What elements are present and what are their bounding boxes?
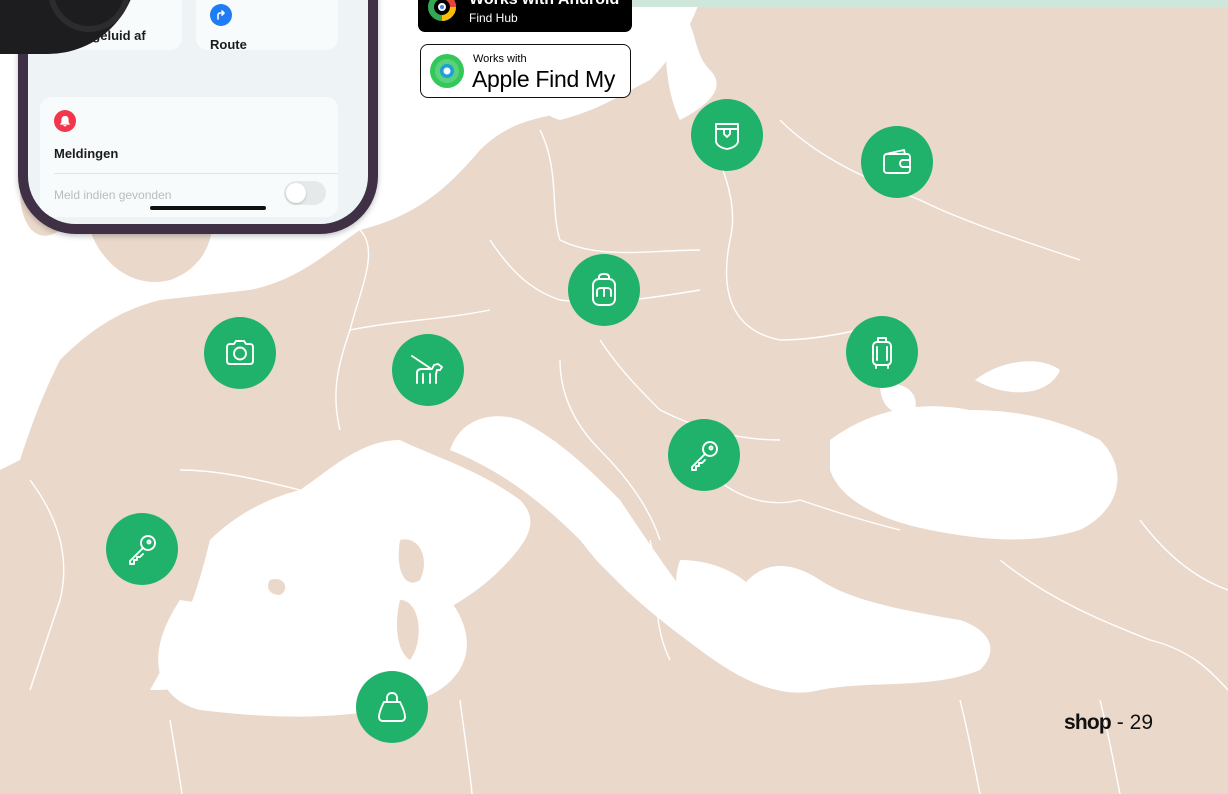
handbag-pin (356, 671, 428, 743)
home-indicator (150, 206, 266, 210)
suitcase-pin (846, 316, 918, 388)
top-strip (630, 0, 1228, 7)
android-badge-title: Works with Android (469, 0, 619, 9)
route-card-label: Route (210, 37, 247, 52)
camera-pin (204, 317, 276, 389)
key-pin-west (106, 513, 178, 585)
divider (54, 173, 338, 174)
notifications-card: Meldingen Meld indien gevonden (40, 97, 338, 217)
page-number: 29 (1129, 711, 1153, 734)
toggle-knob (286, 183, 306, 203)
footer-brand: shop (1063, 711, 1112, 734)
backpack-icon (592, 273, 616, 306)
bell-icon (54, 110, 76, 132)
dog-pin (392, 334, 464, 406)
phone-mockup: Speel geluid af Uit Route Meldingen Meld… (0, 0, 378, 234)
android-find-hub-badge[interactable]: Works with Android Find Hub (418, 0, 632, 32)
found-notify-label: Meld indien gevonden (54, 188, 172, 202)
key-icon (129, 535, 156, 565)
page-footer: shop - 29 (1064, 711, 1153, 735)
pocket-pin (691, 99, 763, 171)
apple-find-my-badge[interactable]: Works with Apple Find My (420, 44, 631, 98)
handbag-icon (378, 692, 406, 722)
dog-on-leash-icon (411, 355, 443, 384)
key-pin-east (668, 419, 740, 491)
key-icon (691, 441, 718, 471)
wallet-pin (861, 126, 933, 198)
found-notify-toggle[interactable] (284, 181, 326, 205)
wallet-icon (883, 149, 911, 174)
route-card[interactable]: Route (196, 0, 338, 52)
footer-separator: - (1116, 711, 1124, 734)
find-my-logo-icon (430, 54, 464, 88)
pocket-icon (715, 123, 739, 150)
backpack-pin (568, 254, 640, 326)
android-badge-subtitle: Find Hub (469, 11, 518, 25)
notifications-label: Meldingen (54, 146, 119, 161)
find-hub-logo-icon (428, 0, 456, 21)
apple-badge-title: Apple Find My (472, 66, 616, 92)
suitcase-icon (872, 337, 892, 369)
apple-badge-caption: Works with (473, 53, 527, 65)
camera-icon (226, 340, 254, 365)
route-arrow-icon (210, 4, 232, 26)
